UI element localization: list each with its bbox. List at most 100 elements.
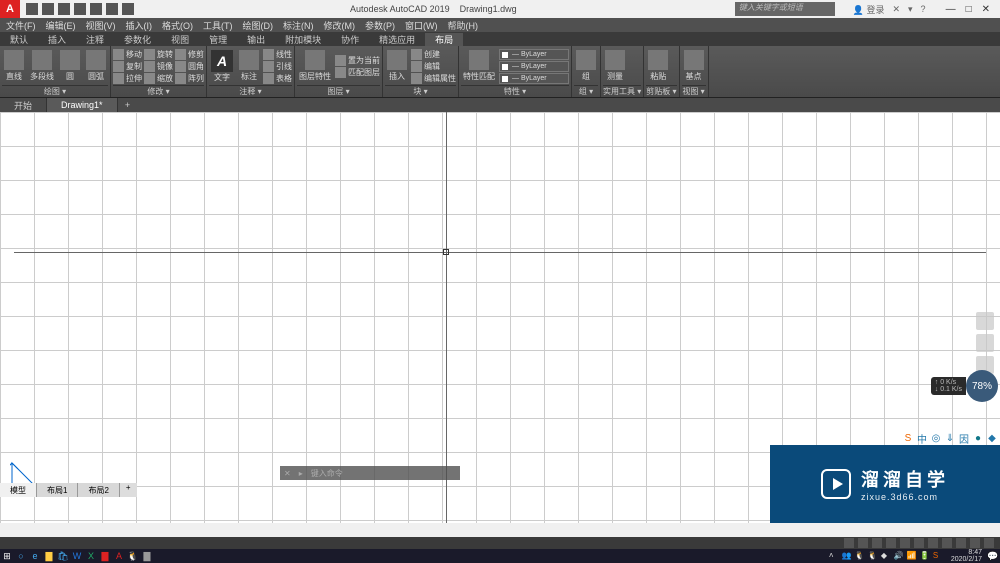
status-annotation-icon[interactable] <box>942 538 952 548</box>
ime-icon[interactable]: ◎ <box>930 432 942 444</box>
taskbar-image-icon[interactable]: ▇ <box>140 549 154 563</box>
ime-icon[interactable]: S <box>902 432 914 444</box>
menu-item[interactable]: 视图(V) <box>86 19 116 32</box>
ribbon-button[interactable]: 插入 <box>385 49 409 83</box>
panel-label[interactable]: 视图 ▾ <box>682 85 706 96</box>
ribbon-tab[interactable]: 协作 <box>331 33 369 46</box>
ribbon-button[interactable]: 图层特性 <box>297 49 333 83</box>
tray-battery-icon[interactable]: 🔋 <box>920 551 930 561</box>
ribbon-tab[interactable]: 参数化 <box>114 33 161 46</box>
ribbon-tab[interactable]: 插入 <box>38 33 76 46</box>
status-workspace-icon[interactable] <box>956 538 966 548</box>
ribbon-small-icon[interactable] <box>144 73 155 84</box>
menu-item[interactable]: 帮助(H) <box>448 19 479 32</box>
property-dropdown[interactable]: — ByLayer <box>499 61 569 72</box>
status-snap-icon[interactable] <box>872 538 882 548</box>
menu-item[interactable]: 文件(F) <box>6 19 36 32</box>
ribbon-small-icon[interactable] <box>411 49 422 60</box>
status-osnap-icon[interactable] <box>914 538 924 548</box>
ribbon-button[interactable]: 圆 <box>58 49 82 83</box>
ribbon-button[interactable]: 组 <box>574 49 598 83</box>
menu-item[interactable]: 绘图(D) <box>243 19 274 32</box>
ime-icon[interactable]: ● <box>972 432 984 444</box>
start-button[interactable]: ⊞ <box>0 549 14 563</box>
ribbon-small-icon[interactable] <box>175 61 186 72</box>
menu-item[interactable]: 修改(M) <box>324 19 356 32</box>
maximize-button[interactable]: □ <box>966 4 972 15</box>
taskbar-notifications-icon[interactable]: 💬 <box>986 549 1000 563</box>
ime-icon[interactable]: ⇓ <box>944 432 956 444</box>
help-icon[interactable]: ? <box>921 4 926 14</box>
ime-icon[interactable]: 因 <box>958 432 970 444</box>
exchange-icon[interactable]: ✕ <box>892 4 900 15</box>
help-dropdown-icon[interactable]: ▾ <box>908 4 913 15</box>
tray-qq2-icon[interactable]: 🐧 <box>868 551 878 561</box>
ribbon-tab[interactable]: 输出 <box>237 33 275 46</box>
tray-people-icon[interactable]: 👥 <box>842 551 852 561</box>
panel-label[interactable]: 特性 ▾ <box>461 85 569 96</box>
layout-tab[interactable]: 布局1 <box>37 483 78 497</box>
ribbon-tab[interactable]: 注释 <box>76 33 114 46</box>
panel-label[interactable]: 绘图 ▾ <box>2 85 108 96</box>
status-clean-icon[interactable] <box>970 538 980 548</box>
minimize-button[interactable]: — <box>946 4 956 15</box>
qat-saveas-icon[interactable] <box>74 3 86 15</box>
ime-icon[interactable]: ◆ <box>986 432 998 444</box>
ribbon-small-icon[interactable] <box>411 73 422 84</box>
taskbar-qq-icon[interactable]: 🐧 <box>126 549 140 563</box>
ribbon-small-icon[interactable] <box>113 61 124 72</box>
taskbar-clock[interactable]: 8:47 2020/2/17 <box>947 549 986 563</box>
taskbar-autocad-icon[interactable]: A <box>112 549 126 563</box>
qat-plot-icon[interactable] <box>90 3 102 15</box>
qat-undo-icon[interactable] <box>106 3 118 15</box>
property-dropdown[interactable]: — ByLayer <box>499 49 569 60</box>
command-options-icon[interactable]: ▸ <box>295 469 307 478</box>
tray-volume-icon[interactable]: 🔊 <box>894 551 904 561</box>
ribbon-button[interactable]: 基点 <box>682 49 706 83</box>
ribbon-button[interactable]: 多段线 <box>28 49 56 83</box>
close-button[interactable]: ✕ <box>982 4 990 15</box>
ribbon-button[interactable]: A文字 <box>209 49 235 84</box>
status-customize-icon[interactable] <box>984 538 994 548</box>
ime-icon[interactable]: 中 <box>916 432 928 444</box>
taskbar-pdf-icon[interactable]: ▇ <box>98 549 112 563</box>
taskbar-word-icon[interactable]: W <box>70 549 84 563</box>
nav-wheel-icon[interactable] <box>976 312 994 330</box>
menu-item[interactable]: 参数(P) <box>365 19 395 32</box>
taskbar-store-icon[interactable]: 🛍 <box>56 549 70 563</box>
command-input[interactable]: 键入命令 <box>307 468 460 479</box>
status-model-icon[interactable] <box>844 538 854 548</box>
tray-qq1-icon[interactable]: 🐧 <box>855 551 865 561</box>
layout-tab[interactable]: 布局2 <box>78 483 119 497</box>
panel-label[interactable]: 剪贴板 ▾ <box>646 85 676 96</box>
taskbar-excel-icon[interactable]: X <box>84 549 98 563</box>
ribbon-small-icon[interactable] <box>263 73 274 84</box>
ribbon-small-icon[interactable] <box>263 49 274 60</box>
qat-open-icon[interactable] <box>42 3 54 15</box>
command-close-icon[interactable]: ✕ <box>280 469 295 478</box>
ribbon-small-icon[interactable] <box>113 49 124 60</box>
menu-item[interactable]: 窗口(W) <box>405 19 438 32</box>
command-line[interactable]: ✕ ▸ 键入命令 <box>280 466 460 480</box>
menu-item[interactable]: 格式(O) <box>162 19 193 32</box>
layout-add-button[interactable]: + <box>120 483 137 497</box>
layout-tab[interactable]: 模型 <box>0 483 37 497</box>
qat-save-icon[interactable] <box>58 3 70 15</box>
panel-label[interactable]: 实用工具 ▾ <box>603 85 641 96</box>
ribbon-tab[interactable]: 布局 <box>425 33 463 46</box>
ribbon-small-icon[interactable] <box>335 55 346 66</box>
nav-pan-icon[interactable] <box>976 334 994 352</box>
tray-security-icon[interactable]: ◆ <box>881 551 891 561</box>
ribbon-small-icon[interactable] <box>144 61 155 72</box>
ribbon-small-icon[interactable] <box>411 61 422 72</box>
ribbon-small-icon[interactable] <box>175 49 186 60</box>
ribbon-button[interactable]: 特性匹配 <box>461 49 497 83</box>
taskbar-cortana-icon[interactable]: ○ <box>14 549 28 563</box>
login-button[interactable]: 👤 登录 <box>853 3 885 16</box>
ribbon-button[interactable]: 圆弧 <box>84 49 108 83</box>
panel-label[interactable]: 组 ▾ <box>574 85 598 96</box>
ribbon-tab[interactable]: 附加模块 <box>275 33 331 46</box>
panel-label[interactable]: 注释 ▾ <box>209 85 292 96</box>
tray-up-icon[interactable]: ˄ <box>829 551 839 561</box>
ribbon-button[interactable]: 标注 <box>237 49 261 83</box>
